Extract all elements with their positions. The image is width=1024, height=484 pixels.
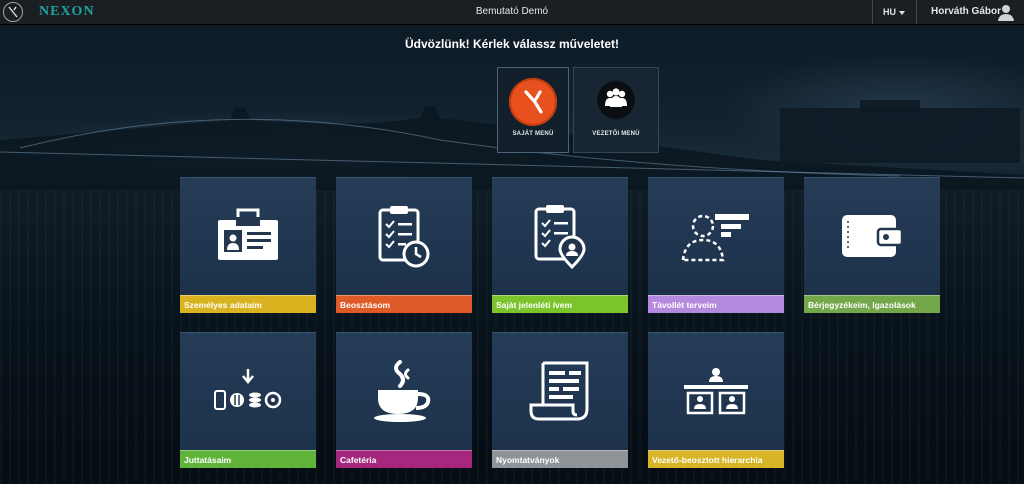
language-selector[interactable]: HU [883,7,905,17]
tile-hierarchy[interactable]: Vezető-beosztott hierarchia [648,332,784,468]
tile-payslips[interactable]: Bérjegyzékeim, Igazolások [804,177,940,313]
own-menu-label: SAJÁT MENÜ [512,131,554,137]
environment-title: Bemutató Demó [475,6,549,17]
group-icon [597,81,635,119]
tile-personal-data[interactable]: Személyes adataim [180,177,316,313]
document-scroll-icon [492,333,628,448]
language-label: HU [883,7,896,17]
absence-user-icon [648,178,784,293]
hierarchy-icon [648,333,784,448]
tile-benefits[interactable]: Juttatásaim [180,332,316,468]
tile-label: Juttatásaim [180,450,316,468]
tile-label: Beosztásom [336,295,472,313]
tile-label: Bérjegyzékeim, Igazolások [804,295,940,313]
benefits-icon [180,333,316,448]
tile-schedule[interactable]: Beosztásom [336,177,472,313]
divider [916,0,917,24]
user-name[interactable]: Horváth Gábor [931,6,1001,17]
tile-label: Távollét terveim [648,295,784,313]
manager-menu-button[interactable]: VEZETŐI MENÜ [573,67,659,153]
clipboard-clock-icon [336,178,472,293]
wallet-icon [804,178,940,293]
nexon-logo-icon [509,78,557,126]
clipboard-user-icon [492,178,628,293]
caret-down-icon [899,10,905,15]
top-bar: NEXON Bemutató Demó HU Horváth Gábor [0,0,1024,25]
welcome-message: Üdvözlünk! Kérlek válassz műveletet! [404,37,620,51]
tile-forms[interactable]: Nyomtatványok [492,332,628,468]
own-menu-button[interactable]: SAJÁT MENÜ [497,67,569,153]
coffee-cup-icon [336,333,472,448]
tile-label: Személyes adataim [180,295,316,313]
divider [872,0,873,24]
tile-label: Saját jelenléti ívem [492,295,628,313]
tile-label: Nyomtatványok [492,450,628,468]
id-badge-icon [180,178,316,293]
tile-attendance-sheet[interactable]: Saját jelenléti ívem [492,177,628,313]
tile-absence-plans[interactable]: Távollét terveim [648,177,784,313]
tile-cafeteria[interactable]: Cafetéria [336,332,472,468]
menu-switch: SAJÁT MENÜ VEZETŐI MENÜ [497,67,659,153]
manager-menu-label: VEZETŐI MENÜ [592,131,640,137]
tile-label: Cafetéria [336,450,472,468]
tile-label: Vezető-beosztott hierarchia [648,450,784,468]
user-avatar-icon[interactable] [997,3,1015,21]
